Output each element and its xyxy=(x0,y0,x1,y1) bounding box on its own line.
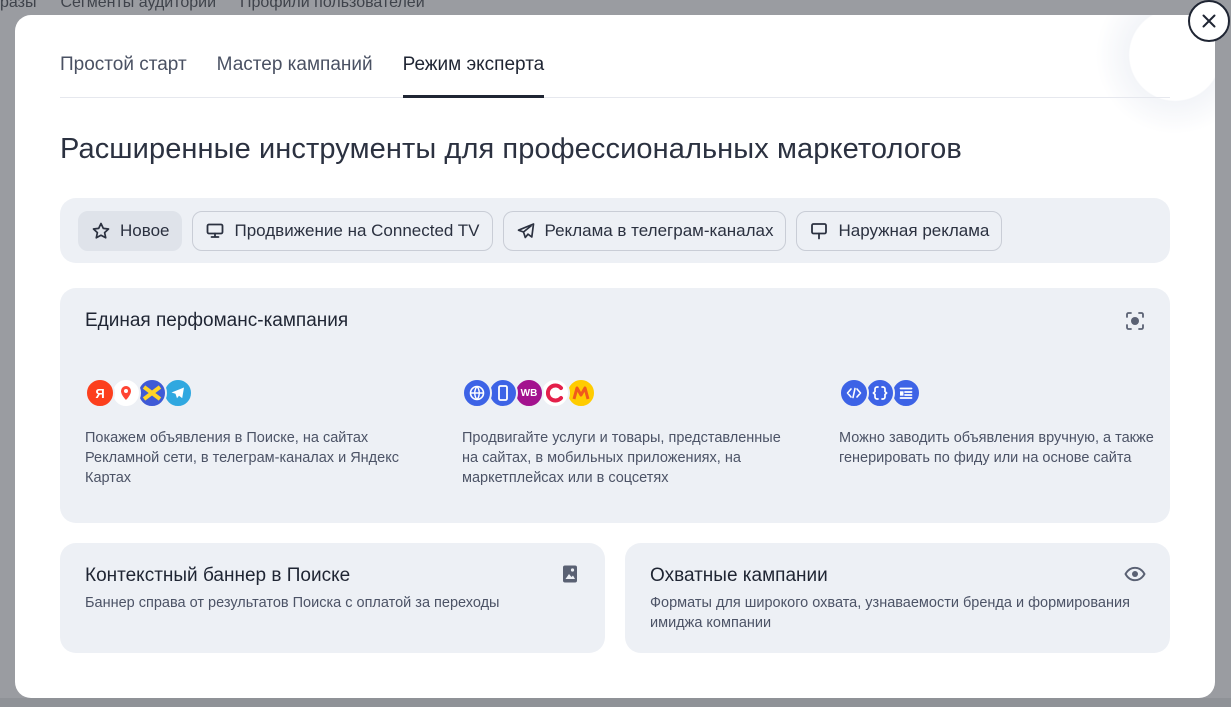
filter-chip-label: Реклама в телеграм-каналах xyxy=(544,220,774,240)
ad-network-icon xyxy=(137,378,167,408)
feed-icon xyxy=(865,378,895,408)
article-icon xyxy=(891,378,921,408)
card-title: Охватные кампании xyxy=(650,565,828,586)
column-description: Покажем объявления в Поиске, на сайтах Р… xyxy=(85,430,399,486)
maps-pin-icon xyxy=(111,378,141,408)
telegram-icon xyxy=(163,378,193,408)
filter-chip-connected-tv[interactable]: Продвижение на Connected TV xyxy=(192,210,493,251)
performance-column-placements: Я Покажем объявления в Поиске, на сайтах… xyxy=(85,378,415,488)
card-description: Баннер справа от результатов Поиска с оп… xyxy=(85,595,500,611)
image-icon xyxy=(563,565,577,583)
filter-chip-label: Продвижение на Connected TV xyxy=(234,220,480,240)
market-icon xyxy=(566,378,596,408)
background-nav-item: Профили пользователей xyxy=(240,0,425,11)
eye-icon xyxy=(1124,566,1146,582)
placement-icons: Я xyxy=(85,378,415,410)
background-nav-item: Сегменты аудитории xyxy=(60,0,217,11)
column-description: Продвигайте услуги и товары, представлен… xyxy=(462,430,781,486)
card-title: Контекстный баннер в Поиске xyxy=(85,565,351,586)
performance-column-ad-creation: Можно заводить объявления вручную, а так… xyxy=(839,378,1169,468)
card-title: Единая перфоманс-кампания xyxy=(85,310,349,331)
filter-chip-telegram[interactable]: Реклама в телеграм-каналах xyxy=(502,210,787,251)
background-nav-item: разы xyxy=(0,0,37,11)
search-banner-card[interactable]: Контекстный баннер в Поиске Баннер справ… xyxy=(60,543,605,653)
yandex-icon: Я xyxy=(85,378,115,408)
column-description: Можно заводить объявления вручную, а так… xyxy=(839,430,1154,466)
background-nav: разы Сегменты аудитории Профили пользова… xyxy=(0,0,425,16)
star-icon xyxy=(92,222,110,239)
globe-icon xyxy=(462,378,492,408)
page-title: Расширенные инструменты для профессионал… xyxy=(60,133,962,165)
wildberries-icon: WB xyxy=(514,378,544,408)
reach-campaigns-card[interactable]: Охватные кампании Форматы для широкого о… xyxy=(625,543,1170,653)
focus-icon xyxy=(1126,312,1144,330)
code-icon xyxy=(839,378,869,408)
filter-bar: Новое Продвижение на Connected TV Реклам… xyxy=(60,198,1170,263)
mobile-icon xyxy=(488,378,518,408)
filter-chip-new[interactable]: Новое xyxy=(78,210,183,251)
tab-simple-start[interactable]: Простой старт xyxy=(60,51,187,98)
close-icon xyxy=(1202,14,1216,28)
card-description: Форматы для широкого охвата, узнаваемост… xyxy=(650,595,1130,631)
performance-campaign-card[interactable]: Единая перфоманс-кампания Я Покажем объя… xyxy=(60,288,1170,523)
filter-chip-outdoor[interactable]: Наружная реклама xyxy=(796,210,1003,251)
campaign-type-modal: Простой старт Мастер кампаний Режим эксп… xyxy=(15,15,1215,698)
close-button[interactable] xyxy=(1188,0,1230,42)
telegram-icon xyxy=(517,222,534,238)
filter-chip-label: Новое xyxy=(120,220,170,240)
background-footer xyxy=(0,698,1231,707)
billboard-icon xyxy=(811,222,828,239)
creation-icons xyxy=(839,378,1169,410)
mode-tabs: Простой старт Мастер кампаний Режим эксп… xyxy=(60,51,1170,98)
tab-campaign-wizard[interactable]: Мастер кампаний xyxy=(217,51,373,98)
megamarket-icon xyxy=(540,378,570,408)
tv-icon xyxy=(207,223,224,238)
filter-chip-label: Наружная реклама xyxy=(838,220,990,240)
product-icons: WB xyxy=(462,378,792,410)
tab-expert-mode[interactable]: Режим эксперта xyxy=(402,51,545,98)
performance-column-products: WB Продвигайте услуги и товары, представ… xyxy=(462,378,792,488)
